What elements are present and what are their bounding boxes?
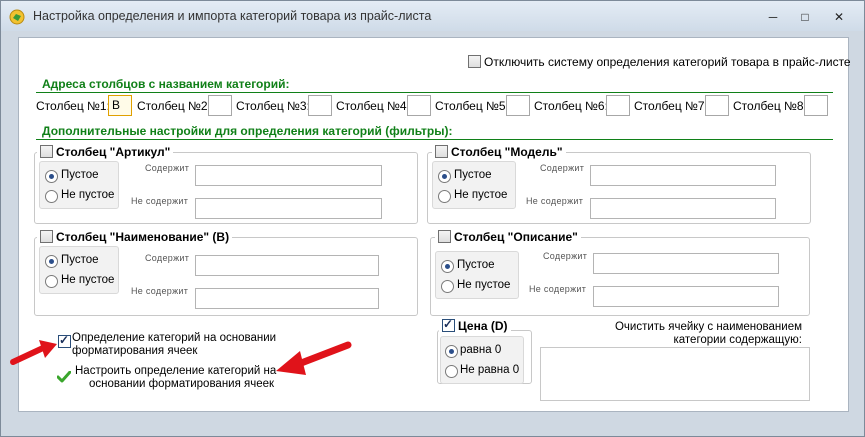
column-6-label: Столбец №6: <box>534 99 608 113</box>
clear-cell-line2: категории содержащую: <box>673 334 802 346</box>
model-contains-input[interactable] <box>590 165 776 186</box>
description-not-contains-input[interactable] <box>593 286 779 307</box>
description-not-empty-radio[interactable] <box>441 280 454 293</box>
name-not-contains-label: Не содержит <box>131 286 189 296</box>
description-checkbox[interactable] <box>438 230 451 243</box>
article-contains-input[interactable] <box>195 165 382 186</box>
clear-cell-line1: Очистить ячейку с наименованием <box>614 321 802 333</box>
title-bar[interactable]: Настройка определения и импорта категори… <box>1 1 864 31</box>
maximize-button[interactable]: □ <box>794 9 816 25</box>
description-group-header: Столбец "Описание" <box>435 230 581 244</box>
article-not-contains-input[interactable] <box>195 198 382 219</box>
app-icon <box>9 9 25 25</box>
formatting-checkbox-line2: форматирования ячеек <box>72 345 198 357</box>
model-group-header: Столбец "Модель" <box>432 145 566 159</box>
column-7-input[interactable] <box>705 95 729 116</box>
price-equal-zero-label: равна 0 <box>460 344 502 356</box>
article-empty-label: Пустое <box>61 169 99 181</box>
price-group-title: Цена (D) <box>458 319 508 333</box>
model-group-title: Столбец "Модель" <box>451 145 563 159</box>
name-not-empty-label: Не пустое <box>61 274 115 286</box>
model-empty-label: Пустое <box>454 169 492 181</box>
model-contains-label: Содержит <box>540 163 585 173</box>
column-2-input[interactable] <box>208 95 232 116</box>
model-not-contains-input[interactable] <box>590 198 776 219</box>
price-not-equal-zero-radio[interactable] <box>445 365 458 378</box>
model-not-empty-radio[interactable] <box>438 190 451 203</box>
column-3-label: Столбец №3: <box>236 99 310 113</box>
dialog-content: Отключить систему определения категорий … <box>18 37 851 412</box>
filters-heading: Дополнительные настройки для определения… <box>42 124 453 138</box>
addresses-heading: Адреса столбцов с названием категорий: <box>42 77 290 91</box>
column-3-input[interactable] <box>308 95 332 116</box>
description-not-empty-label: Не пустое <box>457 279 511 291</box>
model-empty-radio[interactable] <box>438 170 451 183</box>
name-group-header: Столбец "Наименование" (B) <box>37 230 233 244</box>
column-1-label: Столбец №1: <box>36 99 110 113</box>
name-contains-label: Содержит <box>145 253 190 263</box>
name-contains-input[interactable] <box>195 255 379 276</box>
disable-system-label: Отключить систему определения категорий … <box>484 55 851 69</box>
description-group-title: Столбец "Описание" <box>454 230 578 244</box>
description-not-contains-label: Не содержит <box>529 284 587 294</box>
description-empty-label: Пустое <box>457 259 495 271</box>
close-button[interactable]: ✕ <box>828 9 850 25</box>
description-contains-input[interactable] <box>593 253 779 274</box>
article-not-contains-label: Не содержит <box>131 196 189 206</box>
article-group-title: Столбец "Артикул" <box>56 145 171 159</box>
model-not-contains-label: Не содержит <box>526 196 584 206</box>
disable-system-checkbox[interactable] <box>468 55 481 68</box>
dialog-window: Настройка определения и импорта категори… <box>0 0 865 437</box>
column-8-input[interactable] <box>804 95 828 116</box>
price-group-header: Цена (D) <box>439 317 511 333</box>
price-equal-zero-radio[interactable] <box>445 345 458 358</box>
name-checkbox[interactable] <box>40 230 53 243</box>
article-checkbox[interactable] <box>40 145 53 158</box>
addresses-divider <box>36 92 833 93</box>
name-empty-radio[interactable] <box>45 255 58 268</box>
article-not-empty-radio[interactable] <box>45 190 58 203</box>
green-check-icon <box>57 371 71 383</box>
formatting-checkbox[interactable] <box>58 333 71 348</box>
name-empty-label: Пустое <box>61 254 99 266</box>
name-not-empty-radio[interactable] <box>45 275 58 288</box>
column-2-label: Столбец №2: <box>137 99 211 113</box>
model-not-empty-label: Не пустое <box>454 189 508 201</box>
red-arrow-icon <box>276 341 352 375</box>
window-title: Настройка определения и импорта категори… <box>33 9 432 23</box>
minimize-button[interactable]: ─ <box>762 9 784 25</box>
model-checkbox[interactable] <box>435 145 448 158</box>
price-not-equal-zero-label: Не равна 0 <box>460 364 520 376</box>
clear-cell-textarea[interactable] <box>540 347 810 401</box>
article-group-header: Столбец "Артикул" <box>37 145 174 159</box>
article-contains-label: Содержит <box>145 163 190 173</box>
article-not-empty-label: Не пустое <box>61 189 115 201</box>
price-checkbox[interactable] <box>442 317 455 332</box>
description-empty-radio[interactable] <box>441 260 454 273</box>
column-5-label: Столбец №5: <box>435 99 509 113</box>
column-4-input[interactable] <box>407 95 431 116</box>
formatting-link-line2[interactable]: основании форматирования ячеек <box>89 378 274 390</box>
description-contains-label: Содержит <box>543 251 588 261</box>
column-6-input[interactable] <box>606 95 630 116</box>
red-arrow-icon <box>10 340 57 365</box>
filters-divider <box>36 139 833 140</box>
column-5-input[interactable] <box>506 95 530 116</box>
name-group-title: Столбец "Наименование" (B) <box>56 230 230 244</box>
name-not-contains-input[interactable] <box>195 288 379 309</box>
column-4-label: Столбец №4: <box>336 99 410 113</box>
column-1-input[interactable]: B <box>108 95 132 116</box>
article-empty-radio[interactable] <box>45 170 58 183</box>
formatting-checkbox-line1: Определение категорий на основании <box>72 332 277 344</box>
formatting-link-line1[interactable]: Настроить определение категорий на <box>75 365 276 377</box>
column-8-label: Столбец №8: <box>733 99 807 113</box>
column-7-label: Столбец №7: <box>634 99 708 113</box>
